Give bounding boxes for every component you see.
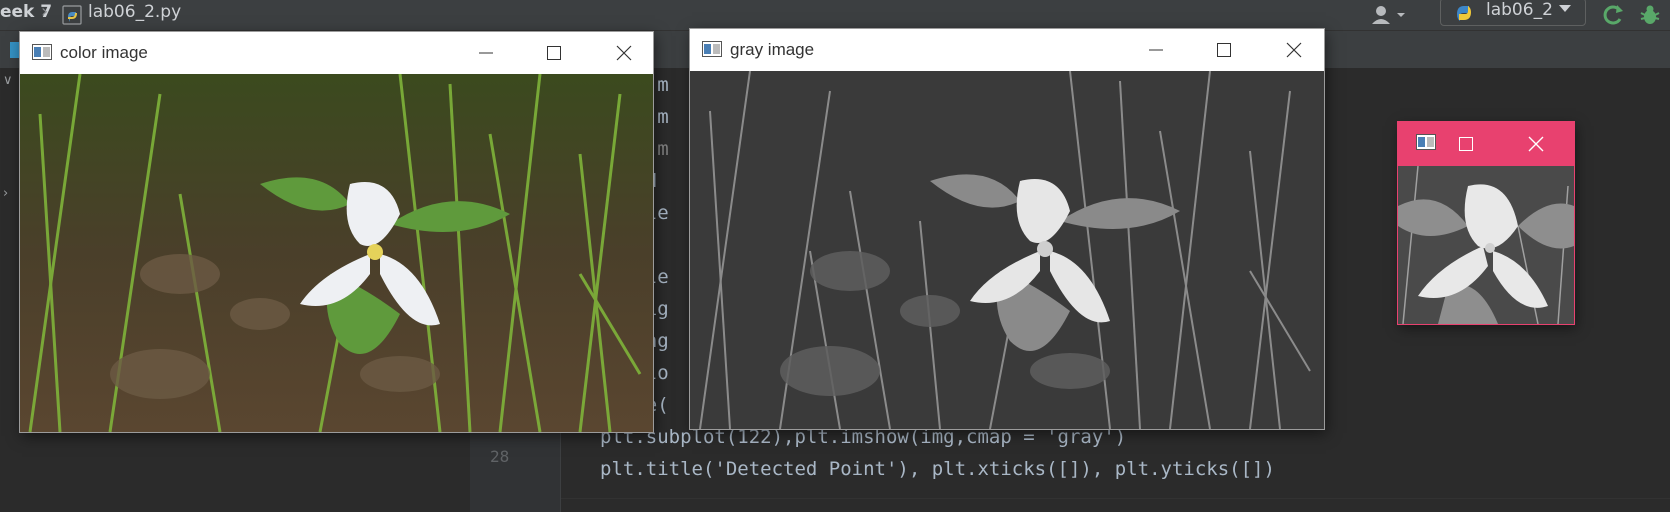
debug-icon[interactable]: [1637, 3, 1663, 27]
run-config-selector[interactable]: lab06_2: [1440, 0, 1586, 26]
ide-toolbar: eek 7 › lab06_2.py lab06_2: [0, 0, 1670, 31]
flower-crop-photo: [1398, 166, 1574, 324]
user-account-icon[interactable]: [1370, 4, 1410, 26]
project-panel-edge: ∨ ›: [0, 68, 20, 512]
window-titlebar[interactable]: gray image: [690, 29, 1324, 71]
cropped-image-canvas: [1398, 166, 1574, 324]
gray-image-window[interactable]: gray image: [690, 29, 1324, 429]
python-icon: [1457, 6, 1471, 21]
minimize-icon[interactable]: [472, 41, 500, 65]
window-title: color image: [60, 43, 148, 62]
window-titlebar[interactable]: [1398, 122, 1574, 166]
rerun-icon[interactable]: [1600, 3, 1626, 27]
window-titlebar[interactable]: color image: [20, 32, 653, 74]
window-app-icon: [702, 41, 722, 57]
close-icon[interactable]: [1522, 132, 1550, 156]
gray-image-canvas: [690, 71, 1324, 429]
maximize-icon[interactable]: [1452, 132, 1480, 156]
caret-line-marker: [561, 498, 1670, 499]
breadcrumb-file[interactable]: lab06_2.py: [88, 2, 181, 22]
color-image-canvas: [20, 74, 653, 432]
line-number: 28: [490, 447, 510, 466]
chevron-down-icon[interactable]: ∨: [3, 73, 13, 88]
code-line-28: plt.title('Detected Point'), plt.xticks(…: [600, 458, 1275, 480]
cropped-image-window[interactable]: [1398, 122, 1574, 324]
flower-color-photo: [20, 74, 653, 432]
close-icon[interactable]: [1280, 38, 1308, 62]
breadcrumb-separator: ›: [41, 1, 49, 22]
window-app-icon: [1416, 134, 1436, 150]
window-title: gray image: [730, 40, 815, 59]
minimize-icon[interactable]: [1142, 38, 1170, 62]
flower-gray-photo: [690, 71, 1324, 429]
python-file-icon: [62, 5, 82, 25]
run-config-label: lab06_2: [1486, 0, 1553, 20]
window-app-icon: [32, 44, 52, 60]
maximize-icon[interactable]: [1210, 38, 1238, 62]
color-image-window[interactable]: color image: [20, 32, 653, 432]
maximize-icon[interactable]: [540, 41, 568, 65]
close-icon[interactable]: [610, 41, 638, 65]
chevron-right-icon[interactable]: ›: [3, 186, 8, 201]
code-line-27: plt.subplot(122),plt.imshow(img,cmap = '…: [600, 426, 1127, 448]
chevron-down-icon: [1559, 5, 1571, 12]
